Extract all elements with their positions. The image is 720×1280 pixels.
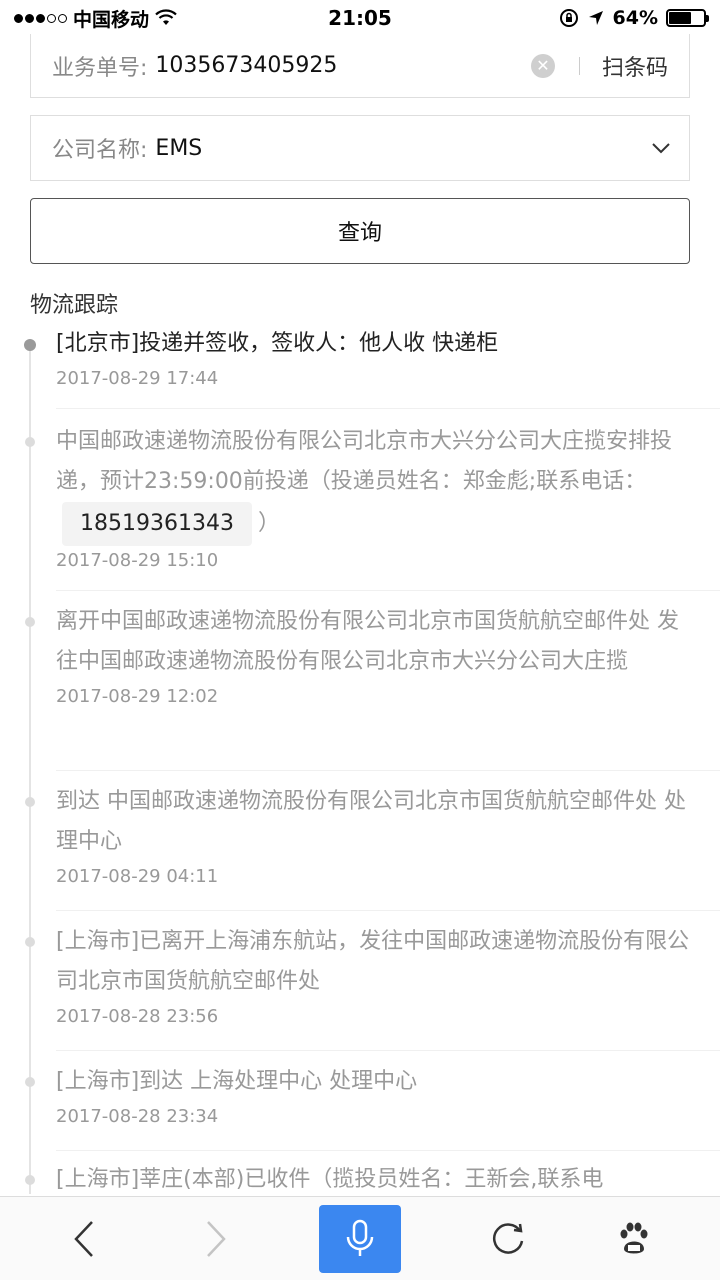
tracking-time: 2017-08-29 15:10 (56, 550, 219, 571)
tracking-item: 中国邮政速递物流股份有限公司北京市大兴分公司大庄揽安排投递，预计23:59:00… (25, 422, 696, 571)
company-value[interactable]: EMS (155, 136, 651, 161)
tracking-text: 到达 中国邮政速递物流股份有限公司北京市国货航航空邮件处 处理中心 (56, 789, 686, 854)
refresh-icon (493, 1223, 524, 1254)
wifi-icon (155, 9, 177, 25)
tracking-time: 2017-08-29 04:11 (56, 866, 219, 887)
item-separator (56, 1150, 720, 1151)
item-separator (56, 1050, 720, 1051)
timeline-line (29, 344, 31, 1194)
timeline-dot (25, 797, 35, 807)
tracking-time: 2017-08-28 23:56 (56, 1006, 219, 1027)
tracking-text: [北京市]投递并签收，签收人：他人收 快递柜 (56, 331, 499, 356)
timeline-dot (25, 1077, 35, 1087)
refresh-button[interactable] (478, 1211, 538, 1267)
tracking-item: 到达 中国邮政速递物流股份有限公司北京市国货航航空邮件处 处理中心 2017-0… (25, 782, 696, 887)
timeline-dot (25, 937, 35, 947)
order-number-label: 业务单号: (52, 55, 148, 81)
chevron-left-icon (74, 1221, 93, 1257)
battery-level (669, 12, 691, 24)
scan-barcode-button[interactable]: 扫条码 (602, 50, 668, 82)
battery-percent: 64% (612, 7, 658, 29)
clock: 21:05 (328, 6, 392, 30)
tracking-text: [上海市]已离开上海浦东航站，发往中国邮政速递物流股份有限公司北京市国货航航空邮… (56, 929, 690, 994)
tracking-text: [上海市]到达 上海处理中心 处理中心 (56, 1069, 418, 1094)
order-number-field[interactable]: 业务单号: 1035673405925 ✕ 扫条码 (30, 34, 690, 98)
query-button[interactable]: 查询 (30, 198, 690, 264)
item-separator (56, 408, 720, 409)
status-bar: 中国移动 21:05 64% (0, 0, 720, 36)
tracking-text: [上海市]莘庄(本部)已收件（揽投员姓名：王新会,联系电 (56, 1167, 604, 1192)
tracking-item: 离开中国邮政速递物流股份有限公司北京市国货航航空邮件处 发往中国邮政速递物流股份… (25, 602, 696, 707)
status-left: 中国移动 (14, 5, 274, 32)
field-divider (578, 56, 580, 75)
microphone-icon (346, 1219, 374, 1256)
tracking-time: 2017-08-29 17:44 (56, 368, 219, 389)
tracking-text-after: ） (257, 511, 280, 536)
voice-search-button[interactable] (319, 1205, 401, 1273)
home-button[interactable] (604, 1211, 664, 1267)
timeline-dot (25, 617, 35, 627)
back-button[interactable] (54, 1211, 114, 1267)
company-label: 公司名称: (52, 138, 148, 163)
timeline-dot (24, 339, 36, 351)
chevron-down-icon[interactable] (651, 138, 671, 158)
item-separator (56, 770, 720, 771)
browser-toolbar (0, 1196, 720, 1280)
tracking-item: [上海市]已离开上海浦东航站，发往中国邮政速递物流股份有限公司北京市国货航航空邮… (25, 922, 696, 1027)
tracking-item: [上海市]莘庄(本部)已收件（揽投员姓名：王新会,联系电 (25, 1160, 696, 1200)
tracking-text: 离开中国邮政速递物流股份有限公司北京市国货航航空邮件处 发往中国邮政速递物流股份… (56, 609, 679, 674)
tracking-text: 中国邮政速递物流股份有限公司北京市大兴分公司大庄揽安排投递，预计23:59:00… (56, 422, 696, 546)
status-right: 64% (446, 7, 709, 29)
clear-icon[interactable]: ✕ (530, 53, 555, 78)
company-select[interactable]: 公司名称: EMS (30, 115, 690, 181)
orientation-lock-icon (559, 9, 578, 27)
timeline-dot (25, 437, 35, 447)
paw-logo-icon (620, 1222, 648, 1254)
item-separator (56, 910, 720, 911)
section-title: 物流跟踪 (30, 293, 119, 318)
location-arrow-icon (588, 11, 603, 25)
tracking-time: 2017-08-28 23:34 (56, 1106, 219, 1127)
tracking-time: 2017-08-29 12:02 (56, 686, 219, 707)
forward-button[interactable] (186, 1211, 246, 1267)
order-number-input[interactable]: 1035673405925 (155, 53, 531, 78)
battery-icon (666, 9, 709, 27)
item-separator (56, 590, 720, 591)
tracking-item: [北京市]投递并签收，签收人：他人收 快递柜 2017-08-29 17:44 (24, 324, 696, 389)
timeline-dot (25, 1175, 35, 1185)
tracking-text-before: 中国邮政速递物流股份有限公司北京市大兴分公司大庄揽安排投递，预计23:59:00… (56, 429, 673, 494)
phone-number-link[interactable]: 18519361343 (62, 502, 252, 546)
tracking-item: [上海市]到达 上海处理中心 处理中心 2017-08-28 23:34 (25, 1062, 696, 1127)
carrier-name: 中国移动 (73, 8, 150, 31)
chevron-right-icon (207, 1221, 226, 1257)
signal-strength-icon (14, 13, 67, 23)
